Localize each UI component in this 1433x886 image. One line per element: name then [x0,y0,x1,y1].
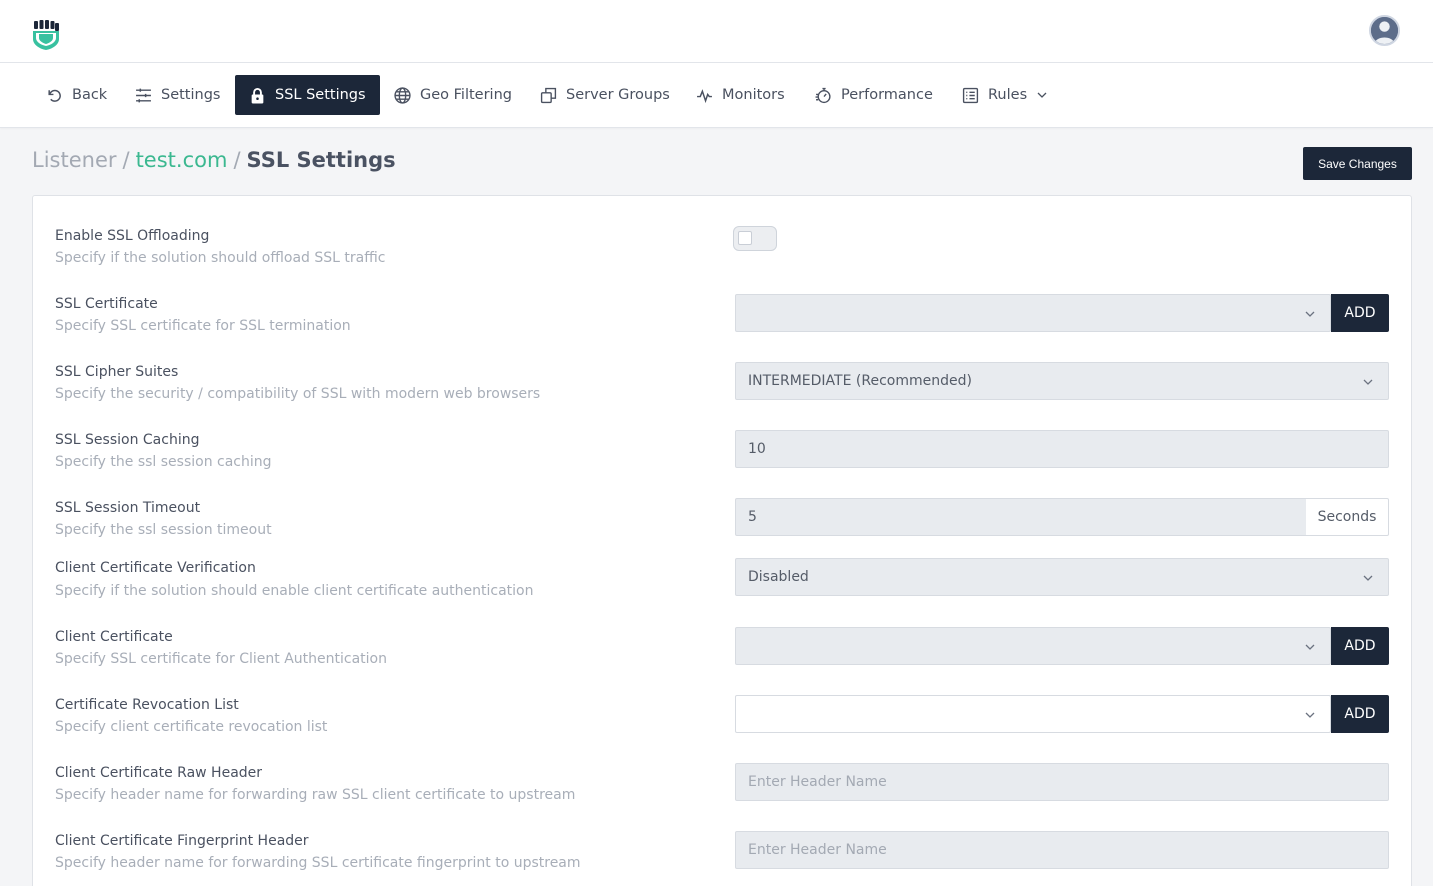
add-revocation-list-button[interactable]: ADD [1331,695,1389,733]
breadcrumb: Listener / test.com / SSL Settings [32,148,396,172]
field-description: Specify SSL certificate for Client Authe… [55,651,387,667]
breadcrumb-root[interactable]: Listener [32,148,117,172]
chevron-down-icon [1363,379,1373,385]
client-certificate-control: ADD [735,627,1389,665]
nav-performance[interactable]: Performance [801,75,947,115]
ssl-certificate-select[interactable] [735,294,1331,332]
chevron-down-icon [1305,712,1315,718]
add-client-certificate-button[interactable]: ADD [1331,627,1389,665]
field-label: Certificate Revocation List [55,697,239,713]
field-description: Specify the ssl session caching [55,454,272,470]
field-label: SSL Certificate [55,296,158,312]
ssl-offloading-toggle[interactable] [733,226,777,251]
nav-back[interactable]: Back [32,75,121,115]
chevron-down-icon [1363,575,1373,581]
nav-monitors[interactable]: Monitors [682,75,799,115]
nav-ssl-settings-label: SSL Settings [275,87,366,103]
nav-server-groups[interactable]: Server Groups [526,75,684,115]
field-label: Client Certificate Fingerprint Header [55,833,309,849]
cipher-suites-select[interactable]: INTERMEDIATE (Recommended) [735,362,1389,400]
field-label: Client Certificate Verification [55,560,256,576]
nav-settings[interactable]: Settings [121,75,234,115]
ssl-settings-form: Enable SSL Offloading Specify if the sol… [32,195,1412,886]
raw-header-input[interactable] [735,763,1389,801]
field-description: Specify the ssl session timeout [55,522,272,538]
field-label: SSL Session Timeout [55,500,201,516]
list-icon [962,87,979,103]
nav-back-label: Back [72,87,108,103]
nav-ssl-settings[interactable]: SSL Settings [235,75,380,115]
field-description: Specify SSL certificate for SSL terminat… [55,318,351,334]
nav-geo-filtering[interactable]: Geo Filtering [380,75,526,115]
toggle-knob [738,231,752,245]
field-description: Specify header name for forwarding SSL c… [55,855,581,871]
revocation-list-select[interactable] [735,695,1331,733]
stopwatch-icon [815,87,831,103]
cipher-suites-control: INTERMEDIATE (Recommended) [735,362,1389,400]
chevron-down-icon [1305,644,1315,650]
sliders-icon [136,88,151,102]
user-avatar-icon[interactable] [1369,15,1400,46]
client-cert-verification-control: Disabled [735,558,1389,596]
field-description: Specify if the solution should enable cl… [55,583,534,599]
nav-performance-label: Performance [841,87,933,103]
chevron-down-icon [1037,92,1047,98]
revocation-list-control: ADD [735,695,1389,733]
fingerprint-header-control [735,831,1389,869]
session-timeout-control: Seconds [735,498,1389,536]
client-certificate-select[interactable] [735,627,1331,665]
copy-icon [540,87,557,103]
field-label: Client Certificate Raw Header [55,765,263,781]
field-label: Enable SSL Offloading [55,228,210,244]
session-timeout-input[interactable] [735,498,1307,536]
section-nav: Back Settings SSL Settings Geo Filtering… [0,63,1433,128]
field-description: Specify the security / compatibility of … [55,386,541,402]
fist-shield-logo-icon[interactable] [32,20,60,50]
nav-settings-label: Settings [161,87,221,103]
add-ssl-certificate-button[interactable]: ADD [1331,294,1389,332]
field-label: Client Certificate [55,629,173,645]
session-caching-control [735,430,1389,468]
client-cert-verification-select[interactable]: Disabled [735,558,1389,596]
field-description: Specify header name for forwarding raw S… [55,787,576,803]
ssl-certificate-control: ADD [735,294,1389,332]
session-caching-input[interactable] [735,430,1389,468]
top-bar [0,0,1433,63]
globe-icon [394,86,411,104]
field-label: SSL Cipher Suites [55,364,179,380]
seconds-unit-addon: Seconds [1306,498,1389,536]
fingerprint-header-input[interactable] [735,831,1389,869]
nav-monitors-label: Monitors [722,87,785,103]
page-title: SSL Settings [246,148,396,172]
undo-icon [48,89,61,102]
field-label: SSL Session Caching [55,432,200,448]
select-value: INTERMEDIATE (Recommended) [748,373,972,389]
raw-header-control [735,763,1389,801]
breadcrumb-link[interactable]: test.com [136,148,228,172]
nav-rules[interactable]: Rules [948,75,1062,115]
chevron-down-icon [1305,311,1315,317]
field-description: Specify if the solution should offload S… [55,250,386,266]
nav-geo-filtering-label: Geo Filtering [420,87,512,103]
select-value: Disabled [748,569,809,585]
nav-server-groups-label: Server Groups [566,87,670,103]
lock-icon [251,87,264,103]
field-description: Specify client certificate revocation li… [55,719,328,735]
save-changes-button[interactable]: Save Changes [1303,147,1412,180]
breadcrumb-separator: / [233,148,241,172]
pulse-icon [697,88,712,103]
breadcrumb-separator: / [122,148,130,172]
nav-rules-label: Rules [988,87,1028,103]
